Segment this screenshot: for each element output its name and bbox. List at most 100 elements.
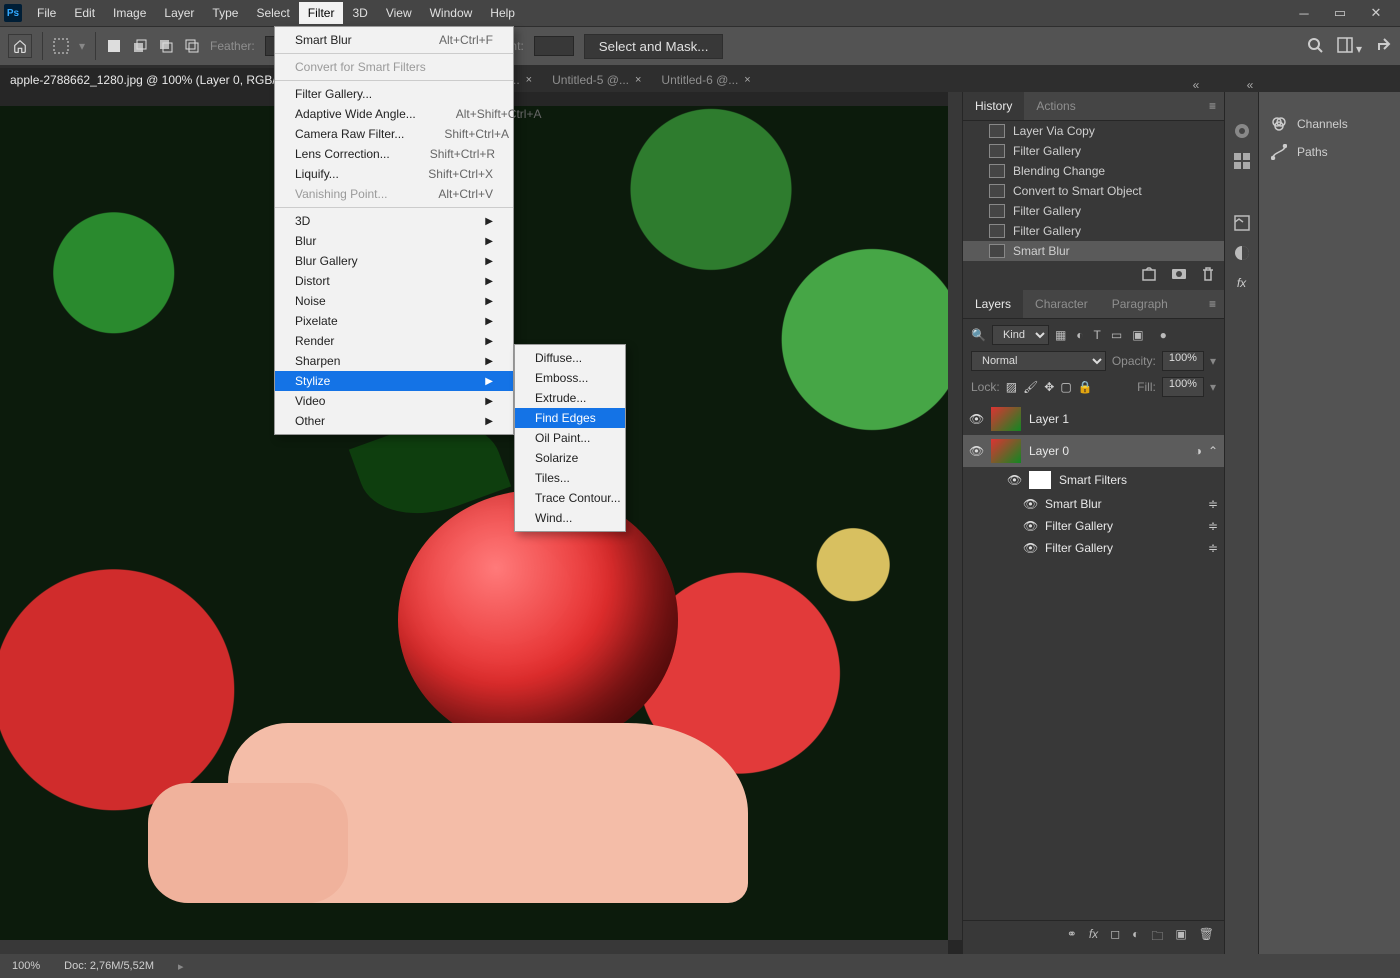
- visibility-toggle[interactable]: 👁: [1023, 497, 1037, 511]
- share-icon[interactable]: [1376, 37, 1392, 56]
- menu-item-distort[interactable]: Distort▶: [275, 271, 513, 291]
- selection-add-icon[interactable]: [132, 38, 148, 54]
- menu-view[interactable]: View: [377, 2, 421, 24]
- swatches-panel-icon[interactable]: [1233, 152, 1251, 170]
- group-layers-button[interactable]: 🗀: [1151, 927, 1163, 948]
- lock-image-icon[interactable]: 🖌: [1023, 380, 1038, 394]
- menu-3d[interactable]: 3D: [343, 2, 376, 24]
- menu-item[interactable]: Camera Raw Filter...Shift+Ctrl+A: [275, 124, 513, 144]
- history-step[interactable]: Layer Via Copy: [963, 121, 1224, 141]
- menu-item[interactable]: Filter Gallery...: [275, 84, 513, 104]
- styles-icon[interactable]: fx: [1233, 274, 1251, 292]
- filter-adjust-icon[interactable]: ◐: [1076, 328, 1083, 342]
- select-and-mask-button[interactable]: Select and Mask...: [584, 34, 724, 59]
- panels-collapse-icon[interactable]: «: [1186, 78, 1206, 92]
- submenu-item[interactable]: Tiles...: [515, 468, 625, 488]
- canvas-scrollbar-vertical[interactable]: [948, 92, 962, 940]
- smart-filter-item[interactable]: 👁Filter Gallery≑: [963, 537, 1224, 559]
- document-tab[interactable]: Untitled-6 @...×: [651, 68, 760, 92]
- libraries-icon[interactable]: [1233, 214, 1251, 232]
- blend-mode-select[interactable]: Normal: [971, 351, 1106, 371]
- menu-layer[interactable]: Layer: [155, 2, 203, 24]
- menu-item-other[interactable]: Other▶: [275, 411, 513, 431]
- expand-icon[interactable]: ⌃: [1208, 444, 1218, 458]
- lock-position-icon[interactable]: ✥: [1044, 380, 1054, 394]
- new-layer-button[interactable]: ▣: [1175, 927, 1186, 948]
- menu-window[interactable]: Window: [421, 2, 482, 24]
- menu-item-sharpen[interactable]: Sharpen▶: [275, 351, 513, 371]
- history-step[interactable]: Filter Gallery: [963, 221, 1224, 241]
- submenu-item[interactable]: Solarize: [515, 448, 625, 468]
- filter-toggle[interactable]: ●: [1160, 328, 1167, 342]
- history-delete-button[interactable]: [1202, 267, 1214, 284]
- filter-blending-icon[interactable]: ≑: [1208, 519, 1218, 533]
- visibility-toggle[interactable]: 👁: [1023, 541, 1037, 555]
- menu-select[interactable]: Select: [247, 2, 298, 24]
- filter-shape-icon[interactable]: ▭: [1111, 328, 1122, 342]
- filter-smart-icon[interactable]: ▣: [1132, 328, 1143, 342]
- marquee-tool-icon[interactable]: [53, 38, 69, 54]
- status-flyout-icon[interactable]: ▸: [178, 960, 184, 973]
- canvas-scrollbar-horizontal[interactable]: [0, 940, 948, 954]
- panels-collapse-icon-2[interactable]: «: [1240, 78, 1260, 92]
- menu-item-noise[interactable]: Noise▶: [275, 291, 513, 311]
- menu-item-stylize[interactable]: Stylize▶: [275, 371, 513, 391]
- window-minimize-button[interactable]: ─: [1298, 7, 1310, 19]
- submenu-item[interactable]: Emboss...: [515, 368, 625, 388]
- menu-item-pixelate[interactable]: Pixelate▶: [275, 311, 513, 331]
- menu-item[interactable]: Vanishing Point...Alt+Ctrl+V: [275, 184, 513, 204]
- filter-type-icon[interactable]: T: [1094, 328, 1101, 342]
- history-panel-menu[interactable]: ≡: [1201, 92, 1224, 120]
- layer-row[interactable]: 👁 Layer 1: [963, 403, 1224, 435]
- history-camera-button[interactable]: [1172, 267, 1186, 284]
- filter-pixel-icon[interactable]: ▦: [1055, 328, 1066, 342]
- window-close-button[interactable]: ✕: [1370, 7, 1382, 19]
- layer-name[interactable]: Layer 1: [1029, 412, 1069, 426]
- layer-thumbnail[interactable]: [991, 439, 1021, 463]
- link-layers-button[interactable]: ⚭: [1067, 927, 1077, 948]
- layer-row[interactable]: 👁Layer 0◑⌃: [963, 435, 1224, 467]
- window-restore-button[interactable]: ▭: [1334, 7, 1346, 19]
- visibility-toggle[interactable]: 👁: [1023, 519, 1037, 533]
- menu-help[interactable]: Help: [481, 2, 524, 24]
- selection-subtract-icon[interactable]: [158, 38, 174, 54]
- submenu-item[interactable]: Diffuse...: [515, 348, 625, 368]
- submenu-item[interactable]: Oil Paint...: [515, 428, 625, 448]
- smart-filter-item[interactable]: 👁Smart Blur≑: [963, 493, 1224, 515]
- smart-filters-header[interactable]: 👁Smart Filters: [963, 467, 1224, 493]
- fill-value[interactable]: 100%: [1162, 377, 1204, 397]
- tab-close-icon[interactable]: ×: [635, 74, 641, 86]
- adjustments-icon[interactable]: [1233, 244, 1251, 262]
- menu-image[interactable]: Image: [104, 2, 155, 24]
- menu-type[interactable]: Type: [203, 2, 247, 24]
- selection-new-icon[interactable]: [106, 38, 122, 54]
- opacity-value[interactable]: 100%: [1162, 351, 1204, 371]
- tab-character[interactable]: Character: [1023, 290, 1100, 318]
- layer-mask-button[interactable]: ◻: [1110, 927, 1120, 948]
- submenu-item[interactable]: Wind...: [515, 508, 625, 528]
- filter-blending-icon[interactable]: ≑: [1208, 541, 1218, 555]
- selection-intersect-icon[interactable]: [184, 38, 200, 54]
- menu-item-3d[interactable]: 3D▶: [275, 211, 513, 231]
- submenu-item[interactable]: Find Edges: [515, 408, 625, 428]
- lock-all-icon[interactable]: 🔒: [1078, 380, 1093, 394]
- filter-blending-icon[interactable]: ≑: [1208, 497, 1218, 511]
- menu-item[interactable]: Lens Correction...Shift+Ctrl+R: [275, 144, 513, 164]
- menu-file[interactable]: File: [28, 2, 65, 24]
- history-step[interactable]: Smart Blur: [963, 241, 1224, 261]
- search-icon[interactable]: [1307, 37, 1323, 56]
- menu-edit[interactable]: Edit: [65, 2, 104, 24]
- visibility-toggle[interactable]: 👁: [969, 444, 983, 458]
- status-zoom[interactable]: 100%: [12, 960, 40, 972]
- layer-filter-kind[interactable]: Kind: [992, 325, 1049, 345]
- history-step[interactable]: Convert to Smart Object: [963, 181, 1224, 201]
- layer-name[interactable]: Layer 0: [1029, 444, 1069, 458]
- smart-filter-mask-thumbnail[interactable]: [1029, 471, 1051, 489]
- history-step[interactable]: Blending Change: [963, 161, 1224, 181]
- rail-item-paths[interactable]: Paths: [1259, 138, 1400, 166]
- menu-item-blur-gallery[interactable]: Blur Gallery▶: [275, 251, 513, 271]
- height-input[interactable]: [534, 36, 574, 56]
- history-step[interactable]: Filter Gallery: [963, 201, 1224, 221]
- layer-thumbnail[interactable]: [991, 407, 1021, 431]
- visibility-toggle[interactable]: 👁: [969, 412, 983, 426]
